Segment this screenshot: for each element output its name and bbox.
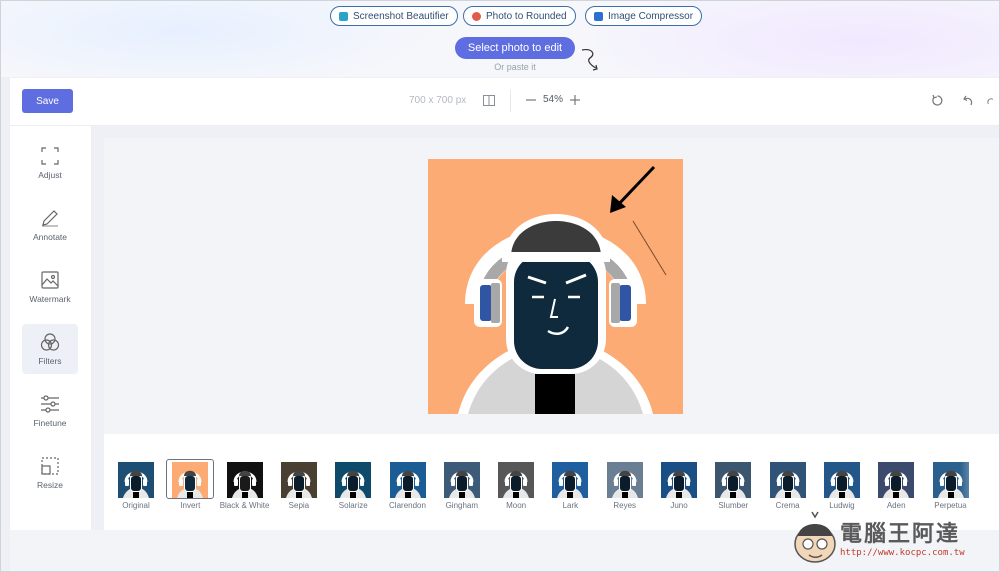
screenshot-beautifier-link[interactable]: Screenshot Beautifier [330,6,458,26]
filter-thumb[interactable] [389,462,426,498]
screenshot-icon [339,11,348,21]
filter-thumb[interactable] [661,462,697,498]
filter-thumb[interactable] [280,462,317,498]
filters-icon [40,332,60,351]
sliders-icon [41,394,59,413]
compare-icon[interactable] [482,93,496,107]
sidebar-item-resize[interactable]: Resize [22,448,78,498]
filter-thumb[interactable] [443,462,480,498]
image-dimensions: 700 x 700 px [409,95,467,106]
curly-arrow-icon [581,49,598,71]
undo-icon[interactable] [960,93,974,107]
avatar-illustration [428,159,683,414]
filter-label: Sepia [288,501,310,510]
photo-to-rounded-link[interactable]: Photo to Rounded [463,6,576,26]
sidebar-item-label: Watermark [29,293,71,304]
filter-thumb[interactable] [606,462,643,498]
image-compressor-link[interactable]: Image Compressor [585,6,703,26]
filter-label: Original [122,501,150,510]
filter-label: Lark [562,501,579,510]
pencil-icon [42,209,58,226]
sidebar-item-label: Annotate [32,231,68,242]
filter-label: Black & White [219,501,270,510]
filter-label: Juno [670,501,688,510]
sidebar-item-label: Finetune [33,417,67,428]
filter-label: Moon [506,501,527,510]
filter-thumb[interactable] [335,462,372,498]
sidebar-item-label: Adjust [38,169,62,180]
filter-thumb[interactable] [226,462,263,498]
zoom-out-icon[interactable] [524,93,538,107]
reset-icon[interactable] [930,93,944,107]
compress-icon [594,11,603,21]
filter-thumb[interactable] [878,462,915,498]
pill-label: Photo to Rounded [486,10,567,22]
toolbar-divider [510,90,511,112]
filter-label: Invert [180,501,201,510]
mascot-icon [794,511,836,563]
select-photo-button[interactable]: Select photo to edit [455,37,575,59]
resize-icon [41,456,59,475]
filter-label: Solarize [338,501,368,510]
filter-thumb[interactable] [769,462,806,498]
sidebar-item-label: Resize [37,479,63,490]
pill-label: Screenshot Beautifier [353,10,449,22]
filter-thumb[interactable] [498,462,535,498]
watermark-brand: 電腦王阿達 [840,522,961,547]
filter-label: Slumber [718,501,749,510]
sidebar-item-annotate[interactable]: Annotate [22,200,78,250]
zoom-level: 54% [543,94,564,105]
filter-label: Gingham [445,501,479,510]
filter-label: Clarendon [389,501,426,510]
editor-toolbar: Save 700 x 700 px 54% [10,78,1000,126]
sidebar-item-watermark[interactable]: Watermark [22,262,78,312]
filter-label: Reyes [613,501,637,510]
pill-label: Image Compressor [608,10,694,22]
sidebar-item-adjust[interactable]: Adjust [22,138,78,188]
sidebar-item-filters[interactable]: Filters [22,324,78,374]
filter-thumb[interactable] [552,462,589,498]
filter-thumb[interactable] [823,462,860,498]
sidebar-item-label: Filters [38,355,62,366]
crop-icon [41,146,59,165]
filter-thumb[interactable] [715,462,752,498]
site-watermark: 電腦王阿達 http://www.kocpc.com.tw [792,508,992,568]
image-icon [41,270,59,289]
edited-photo [428,159,683,414]
filter-thumb[interactable] [172,462,209,498]
sidebar-item-finetune[interactable]: Finetune [22,386,78,436]
zoom-in-icon[interactable] [568,93,582,107]
save-button[interactable]: Save [22,89,73,113]
rounded-icon [472,11,481,21]
image-canvas[interactable] [104,138,1000,434]
tool-sidebar: Adjust Annotate Watermark Filters Finetu… [10,126,92,530]
paste-hint: Or paste it [494,62,536,72]
watermark-url: http://www.kocpc.com.tw [840,548,965,558]
filter-thumb[interactable] [118,462,154,498]
redo-icon[interactable] [986,93,996,107]
